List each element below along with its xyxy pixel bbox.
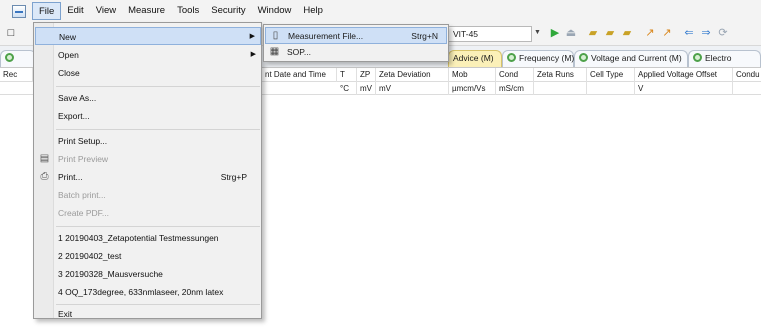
tab-frequency[interactable]: Frequency (M) [502,50,574,67]
sop-icon: ▦ [269,46,280,57]
unit-cell-type [587,82,635,95]
file-menu-dropdown: New ▶ Open ▶ Close Save As... Export... … [33,22,262,319]
submenu-arrow-icon: ▶ [250,51,256,58]
menu-item-batch-print: Batch print... [58,190,106,200]
menu-item-print[interactable]: ⎙ Print... Strg+P [35,168,261,186]
menu-item-export[interactable]: Export... [35,107,261,125]
new-document-icon[interactable]: □ [4,27,18,40]
electro-icon [693,53,702,62]
unit-zp: mV [357,82,376,95]
tab-frequency-label: Frequency (M) [519,53,575,63]
column-header-zeta-deviation[interactable]: Zeta Deviation [376,68,449,82]
instrument-combo[interactable]: VIT-45 [448,26,532,42]
menu-item-print-setup[interactable]: Print Setup... [35,132,261,150]
tab-voltage-label: Voltage and Current (M) [591,53,682,63]
recent-file-2[interactable]: 2 20190402_test [35,247,261,265]
column-header-zp[interactable]: ZP [357,68,376,82]
chart-alt-icon[interactable]: ↗ [660,27,674,40]
menu-item-new-label: New [59,32,77,42]
menu-item-create-pdf: Create PDF... [58,208,110,218]
tab-electro-label: Electro [705,53,732,63]
measurement-shortcut: Strg+N [411,31,438,41]
menu-item-new[interactable]: New ▶ [35,27,261,45]
menu-separator [56,226,260,227]
folder-save-icon[interactable]: ▰ [620,27,634,40]
chart-icon[interactable]: ↗ [643,27,657,40]
menu-measure[interactable]: Measure [122,2,171,20]
menu-tools[interactable]: Tools [171,2,205,20]
menu-separator [56,86,260,87]
menu-file[interactable]: File [32,2,62,20]
print-preview-icon: ▤ [39,153,50,164]
recent-file-1[interactable]: 1 20190403_Zetapotential Testmessungen [35,229,261,247]
frequency-icon [507,53,516,62]
tab-advice[interactable]: Advice (M) [448,50,502,67]
menu-item-print-preview-label: Print Preview [58,154,109,164]
chevron-down-icon[interactable]: ▼ [534,29,541,36]
column-header-mob[interactable]: Mob [449,68,496,82]
menu-item-save-as[interactable]: Save As... [35,89,261,107]
new-submenu: ▯ Measurement File... Strg+N ▦ SOP... [263,24,449,62]
column-header-condu[interactable]: Condu [733,68,761,82]
folder-icon[interactable]: ▰ [586,27,600,40]
app-system-icon[interactable] [12,4,26,18]
printer-icon: ⎙ [40,171,49,182]
recent-file-4[interactable]: 4 OQ_173degree, 633nmlaseer, 20nm latex [35,283,261,301]
column-header-zeta-runs[interactable]: Zeta Runs [534,68,587,82]
unit-mob: µmcm/Vs [449,82,496,95]
tab-first[interactable] [0,50,36,67]
column-header-date-time[interactable]: nt Date and Time [262,68,337,82]
recent-file-3[interactable]: 3 20190328_Mausversuche [35,265,261,283]
menu-view[interactable]: View [90,2,122,20]
column-header-applied-voltage-offset[interactable]: Applied Voltage Offset [635,68,733,82]
play-icon[interactable]: ▶ [548,27,562,40]
submenu-item-sop[interactable]: ▦ SOP... [265,44,447,61]
unit-zeta-deviation: mV [376,82,449,95]
voltage-icon [579,53,588,62]
submenu-item-measurement-label: Measurement File... [288,31,364,41]
print-shortcut: Strg+P [220,172,247,182]
menu-item-exit[interactable]: Exit [35,305,261,323]
submenu-item-measurement-file[interactable]: ▯ Measurement File... Strg+N [265,27,447,44]
menu-help[interactable]: Help [297,2,329,20]
column-header-cond[interactable]: Cond [496,68,534,82]
menu-separator [56,129,260,130]
column-header-t[interactable]: T [337,68,357,82]
menu-bar: File Edit View Measure Tools Security Wi… [0,0,761,22]
submenu-item-sop-label: SOP... [287,47,311,57]
unit-zeta-runs [534,82,587,95]
tab-voltage-current[interactable]: Voltage and Current (M) [574,50,688,67]
unit-cond: mS/cm [496,82,534,95]
refresh-icon[interactable]: ⟳ [716,27,730,40]
tab-advice-label: Advice (M) [453,53,494,63]
menu-item-close[interactable]: Close [35,64,261,82]
menu-item-print-label: Print... [58,172,83,182]
back-arrow-icon[interactable]: ⇐ [682,27,696,40]
submenu-arrow-icon: ▶ [249,33,255,40]
forward-arrow-icon[interactable]: ⇒ [699,27,713,40]
tab-electro[interactable]: Electro [688,50,761,67]
menu-edit[interactable]: Edit [61,2,89,20]
unit-t: °C [337,82,357,95]
tab-status-icon [5,53,14,62]
column-header-rec[interactable]: Rec [0,68,33,82]
menu-item-open[interactable]: Open ▶ [35,46,261,64]
unit-applied-voltage-offset: V [635,82,733,95]
document-icon: ▯ [272,30,279,41]
eject-icon[interactable]: ⏏ [564,27,578,40]
menu-window[interactable]: Window [252,2,298,20]
column-header-cell-type[interactable]: Cell Type [587,68,635,82]
menu-item-open-label: Open [58,50,79,60]
menu-security[interactable]: Security [205,2,251,20]
folder-open-icon[interactable]: ▰ [603,27,617,40]
menu-item-print-preview: ▤ Print Preview [35,150,261,168]
